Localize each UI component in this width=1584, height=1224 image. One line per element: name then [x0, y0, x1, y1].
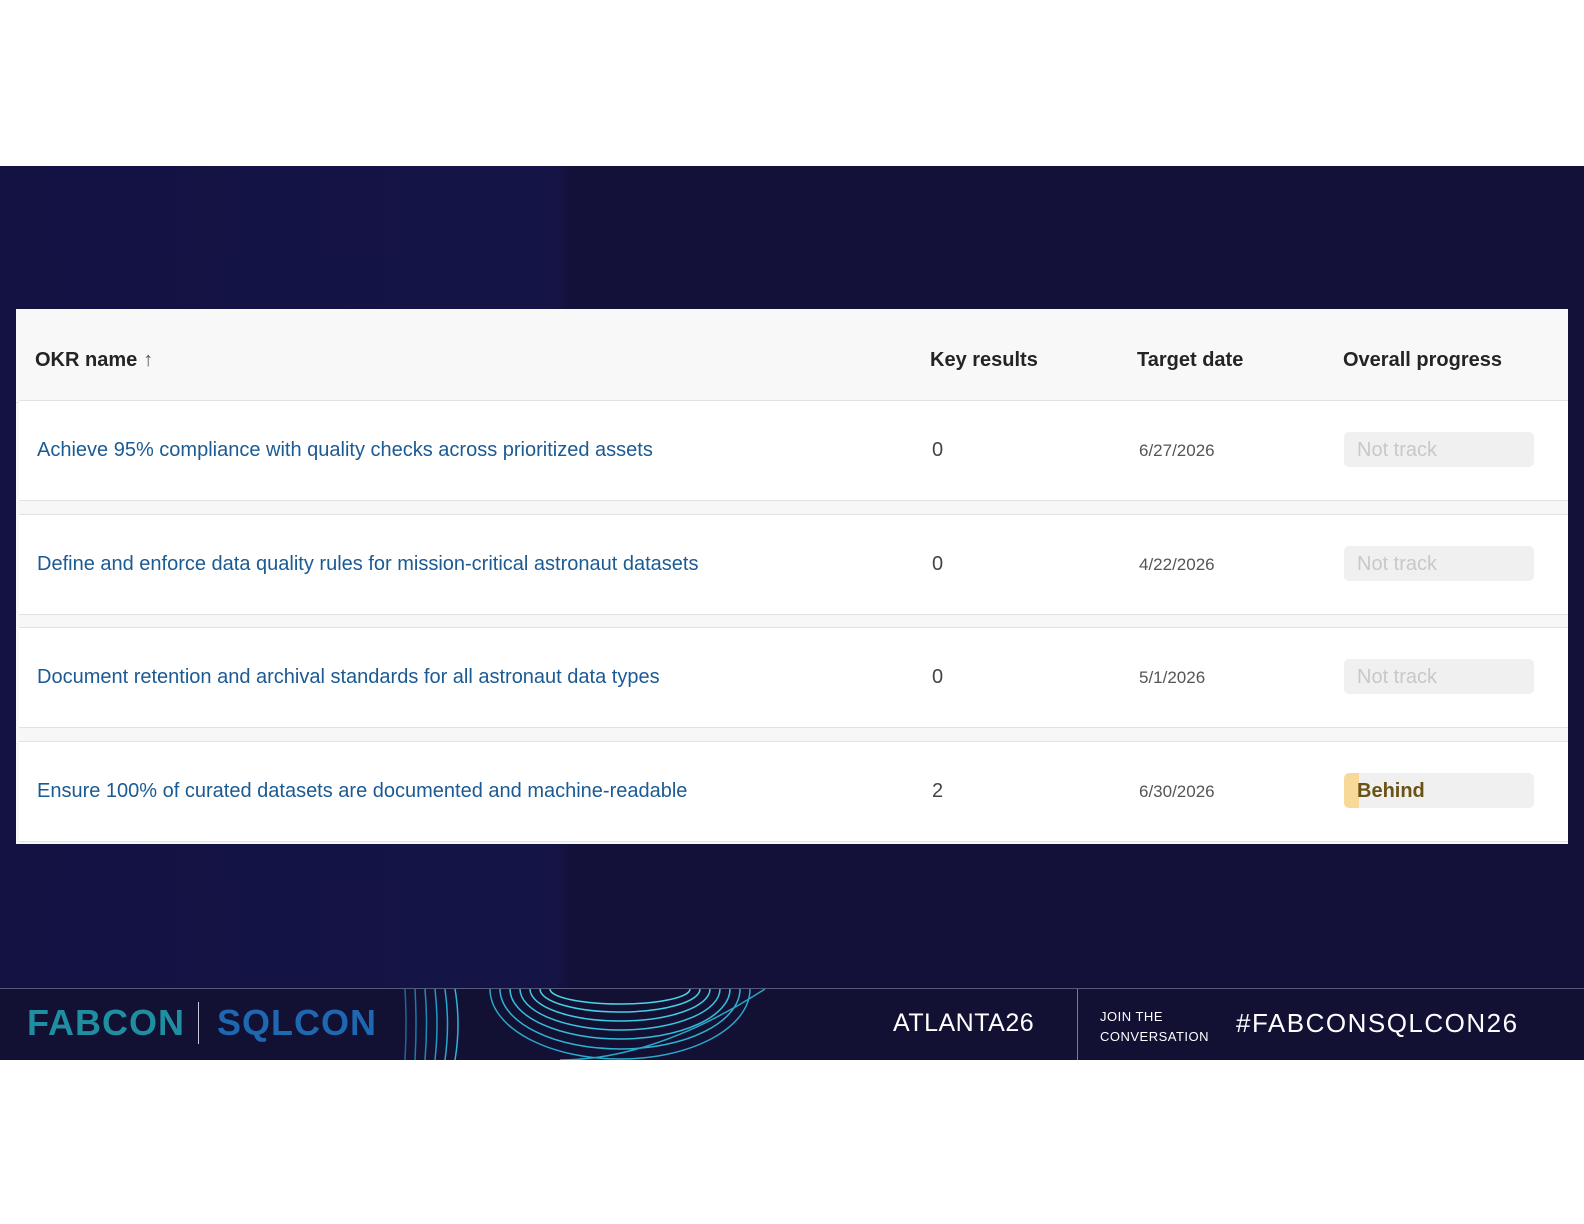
- fabcon-logo: FABCON: [27, 1002, 185, 1043]
- table-row[interactable]: Ensure 100% of curated datasets are docu…: [19, 741, 1568, 842]
- slide-background: OKR name ↑ Key results Target date Overal…: [0, 166, 1584, 1059]
- sort-ascending-icon: ↑: [143, 349, 154, 371]
- progress-label: Behind: [1357, 780, 1425, 802]
- column-header-target-date[interactable]: Target date: [1137, 349, 1243, 372]
- sqlcon-logo: SQLCON: [217, 1002, 378, 1043]
- okr-name-link[interactable]: Document retention and archival standard…: [37, 666, 660, 689]
- progress-badge: Behind: [1344, 773, 1534, 808]
- table-row[interactable]: Define and enforce data quality rules fo…: [19, 514, 1568, 615]
- progress-label: Not track: [1357, 553, 1438, 575]
- column-header-okr-name-label: OKR name: [35, 349, 138, 371]
- progress-badge: Not track: [1344, 546, 1534, 581]
- table-header: OKR name ↑ Key results Target date Overal…: [16, 309, 1568, 403]
- column-header-overall-progress[interactable]: Overall progress: [1343, 349, 1502, 372]
- logo-divider: [198, 1002, 199, 1044]
- okr-table: OKR name ↑ Key results Target date Overal…: [16, 309, 1568, 844]
- target-date: 5/1/2026: [1139, 668, 1206, 687]
- footer-divider: [1077, 989, 1078, 1060]
- join-line-2: CONVERSATION: [1100, 1029, 1210, 1044]
- key-results-count: 2: [932, 780, 944, 802]
- join-line-1: JOIN THE: [1100, 1009, 1163, 1024]
- event-location: ATLANTA26: [893, 1009, 1035, 1037]
- target-date: 4/22/2026: [1139, 555, 1215, 574]
- join-the-conversation: JOIN THE CONVERSATION: [1100, 1007, 1209, 1047]
- event-hashtag: #FABCONSQLCON26: [1236, 1008, 1519, 1038]
- progress-label: Not track: [1357, 666, 1438, 688]
- column-header-okr-name[interactable]: OKR name ↑: [35, 349, 153, 372]
- key-results-count: 0: [932, 553, 944, 575]
- table-row[interactable]: Document retention and archival standard…: [19, 627, 1568, 728]
- column-header-key-results[interactable]: Key results: [930, 349, 1038, 372]
- table-row[interactable]: Achieve 95% compliance with quality chec…: [19, 400, 1568, 501]
- event-footer-banner: FABCON SQLCON ATLANTA26 JOIN THE CONVERS…: [0, 988, 1584, 1060]
- key-results-count: 0: [932, 666, 944, 688]
- okr-name-link[interactable]: Achieve 95% compliance with quality chec…: [37, 439, 653, 462]
- okr-name-link[interactable]: Ensure 100% of curated datasets are docu…: [37, 780, 687, 803]
- progress-badge: Not track: [1344, 659, 1534, 694]
- target-date: 6/30/2026: [1139, 782, 1215, 801]
- target-date: 6/27/2026: [1139, 441, 1215, 460]
- decorative-arcs-icon: [404, 989, 766, 1060]
- progress-badge: Not track: [1344, 432, 1534, 467]
- okr-name-link[interactable]: Define and enforce data quality rules fo…: [37, 553, 698, 576]
- progress-label: Not track: [1357, 439, 1438, 461]
- key-results-count: 0: [932, 439, 944, 461]
